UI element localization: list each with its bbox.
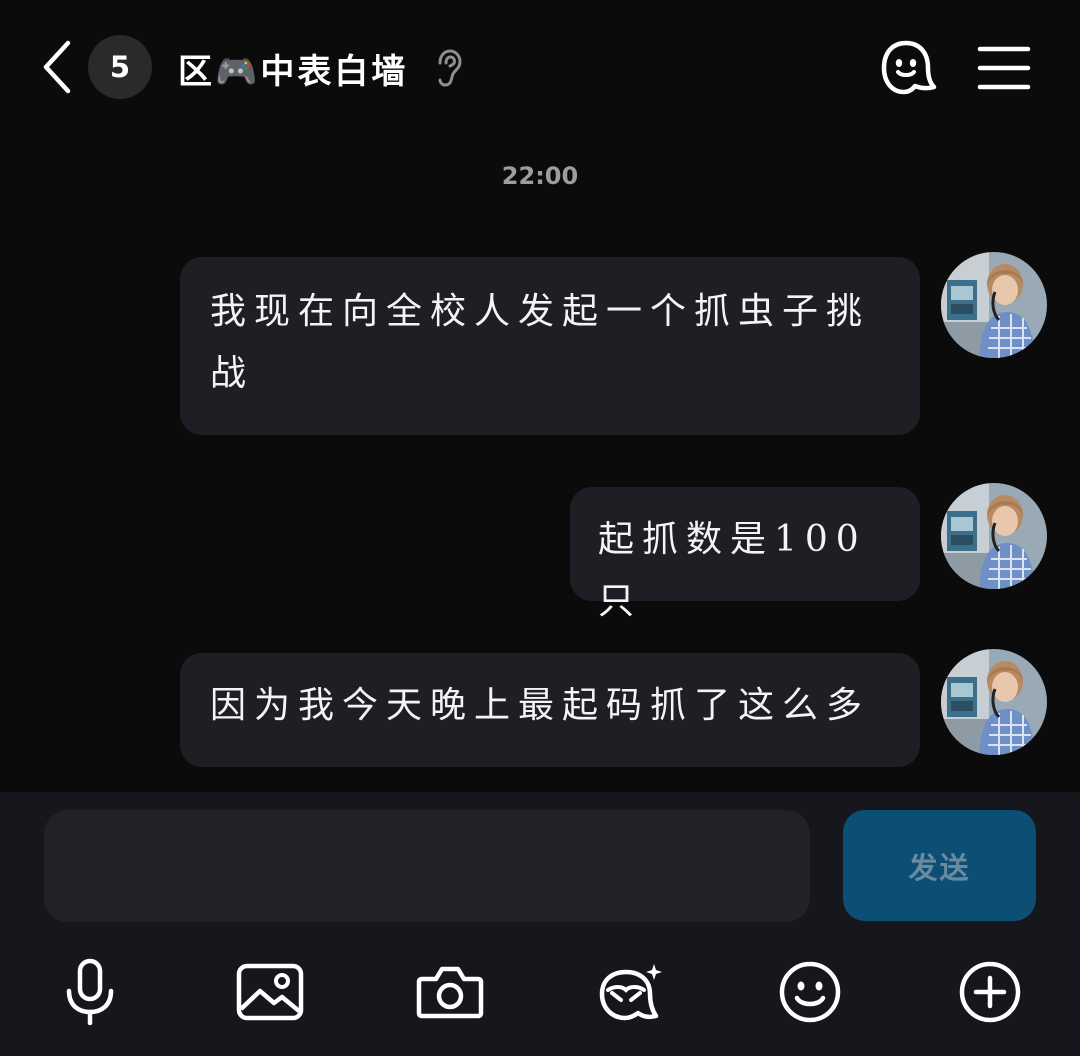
send-button[interactable]: 发送 [843,810,1036,921]
unread-count-badge[interactable]: 5 [88,35,152,99]
camera-icon [416,966,484,1019]
avatar[interactable] [941,649,1047,755]
chat-title[interactable]: 区🎮中表白墙 [178,40,408,96]
chat-header: 5 区🎮中表白墙 [0,0,1080,134]
menu-icon [977,46,1031,90]
ghost-button[interactable] [874,36,938,100]
more-button[interactable] [950,952,1030,1032]
microphone-icon [66,958,114,1026]
message-bubble[interactable]: 起抓数是100只 [570,487,920,622]
message-bubble[interactable]: 因为我今天晚上最起码抓了这么多 [180,653,920,767]
sticker-button[interactable] [590,952,670,1032]
emoji-button[interactable] [770,952,850,1032]
plus-icon [959,961,1021,1023]
message-input[interactable] [44,810,810,922]
ghost-icon [881,40,937,95]
image-icon [236,963,304,1021]
back-button[interactable] [34,36,78,98]
camera-button[interactable] [410,952,490,1032]
image-button[interactable] [230,952,310,1032]
emoji-icon [779,961,841,1023]
sticker-icon [599,964,662,1021]
avatar[interactable] [941,252,1047,358]
chevron-left-icon [43,40,71,94]
menu-button[interactable] [974,42,1034,94]
message-bubble[interactable]: 我现在向全校人发起一个抓虫子挑战 [180,257,920,435]
ear-icon[interactable] [432,48,466,88]
message-timestamp: 22:00 [501,162,579,190]
voice-button[interactable] [50,952,130,1032]
avatar[interactable] [941,483,1047,589]
message-composer: 发送 [0,792,1080,1056]
